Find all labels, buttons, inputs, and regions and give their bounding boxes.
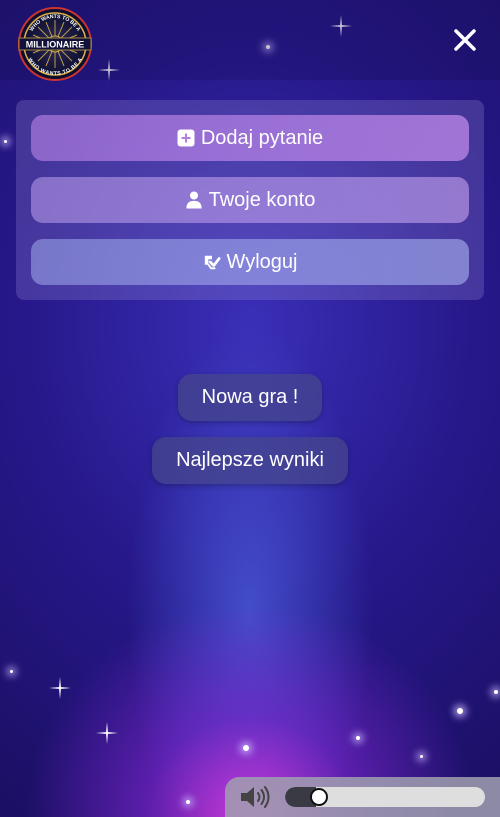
account-label: Twoje konto [208, 188, 316, 211]
star-decoration [457, 708, 463, 714]
new-game-label: Nowa gra ! [201, 386, 299, 408]
star-decoration [4, 140, 7, 143]
star-decoration [186, 800, 190, 804]
user-icon [185, 191, 202, 209]
star-decoration [243, 745, 249, 751]
sound-control [225, 777, 500, 817]
add-question-label: Dodaj pytanie [200, 126, 324, 149]
account-button[interactable]: Twoje konto [31, 177, 469, 223]
add-question-button[interactable]: Dodaj pytanie [31, 115, 469, 161]
star-decoration [494, 690, 498, 694]
mute-button[interactable] [239, 784, 271, 810]
close-icon [454, 29, 476, 51]
logo-title-text: MILLIONAIRE [26, 40, 85, 50]
new-game-button[interactable]: Nowa gra ! [178, 374, 322, 421]
logout-icon [204, 255, 221, 270]
star-decoration [420, 755, 423, 758]
star-decoration [356, 736, 360, 740]
user-menu-panel: Dodaj pytanie Twoje konto Wyloguj [16, 100, 484, 300]
millionaire-logo[interactable]: WHO WANTS TO BE A WHO WANTS TO BE A MILL… [17, 6, 93, 82]
close-button[interactable] [449, 24, 481, 56]
logout-button[interactable]: Wyloguj [31, 239, 469, 285]
logout-label: Wyloguj [226, 250, 298, 273]
sparkle-decoration [96, 722, 118, 744]
top-bar: WHO WANTS TO BE A WHO WANTS TO BE A MILL… [0, 0, 500, 82]
high-scores-label: Najlepsze wyniki [176, 449, 324, 471]
star-decoration [10, 670, 13, 673]
high-scores-button[interactable]: Najlepsze wyniki [152, 437, 348, 484]
sparkle-decoration [49, 677, 71, 699]
speaker-icon [241, 786, 270, 808]
plus-square-icon [177, 129, 195, 147]
